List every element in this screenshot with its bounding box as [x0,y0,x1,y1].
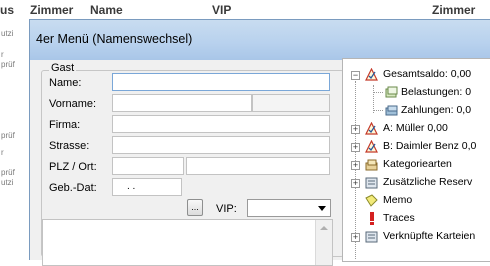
geb-dat-field[interactable]: . . [112,178,182,196]
vertical-scrollbar[interactable] [315,220,332,265]
row-fragment: r [1,50,4,59]
group-label: Gast [49,62,77,74]
tree-item-label: Memo [383,194,413,206]
tree-item-zahlungen[interactable]: Zahlungen: 0,0 [367,103,490,119]
tree-item-zusaetzliche-reservierungen[interactable]: + Zusätzliche Reserv [349,175,490,191]
tree-item-label: Zusätzliche Reserv [383,176,473,188]
tree-item-label: Kategoriearten [383,158,452,170]
dots-label: ... [191,202,199,212]
geb-dat-label: Geb.-Dat: [49,182,97,194]
date-picker-button[interactable]: ... [187,199,203,216]
firma-label: Firma: [49,119,81,131]
column-header-zimmer-2[interactable]: Zimmer [432,3,475,17]
row-fragment: prüf [1,168,15,177]
expand-icon[interactable]: + [351,143,360,152]
background-list-header: us Zimmer Name VIP Zimmer [0,0,490,20]
expand-icon[interactable]: + [351,233,360,242]
vip-label: VIP: [216,203,237,215]
chevron-down-icon [318,206,326,211]
saldo-icon [365,68,378,81]
dialog-title: 4er Menü (Namenswechsel) [36,32,193,46]
tree-item-kategoriearten[interactable]: + Kategoriearten [349,157,490,173]
name-label: Name: [49,77,82,89]
tree-item-label: B: Daimler Benz 0,0 [383,140,477,152]
row-fragment: prüf [1,60,15,69]
linked-files-icon [365,231,378,243]
plz-ort-label: PLZ / Ort: [49,161,97,173]
category-icon [365,159,378,171]
tree-item-account-a[interactable]: + A: Müller 0,00 [349,121,490,137]
column-header-name[interactable]: Name [90,3,123,17]
account-tree[interactable]: − Gesamtsaldo: 0,00 Belastungen: 0 Zahlu… [342,58,490,262]
tree-item-belastungen[interactable]: Belastungen: 0 [367,85,490,101]
dialog-window: 4er Menü (Namenswechsel) Gast Name: Vorn… [29,19,490,266]
tree-item-traces[interactable]: Traces [349,211,490,227]
reservation-icon [365,177,378,189]
row-fragment: utzi [1,29,14,38]
tree-item-label: Traces [383,212,415,224]
zahlungen-icon [385,105,398,116]
account-icon [365,140,378,153]
dialog-titlebar[interactable]: 4er Menü (Namenswechsel) [30,20,490,60]
row-fragment: r [1,148,4,157]
column-header-zimmer[interactable]: Zimmer [30,3,73,17]
ort-field[interactable] [186,157,330,175]
row-fragment: prüf [1,131,15,140]
tree-item-label: A: Müller 0,00 [383,122,448,134]
tree-item-memo[interactable]: Memo [349,193,490,209]
tree-item-label: Gesamtsaldo: 0,00 [383,68,472,80]
vip-dropdown[interactable] [247,199,331,217]
tree-item-label: Belastungen: 0 [401,86,472,98]
tree-item-gesamtsaldo[interactable]: − Gesamtsaldo: 0,00 [349,67,490,83]
name-field[interactable] [112,73,330,91]
account-icon [365,122,378,135]
belastungen-icon [385,86,398,98]
expand-icon[interactable]: + [351,161,360,170]
vorname-label: Vorname: [49,98,97,110]
tree-item-account-b[interactable]: + B: Daimler Benz 0,0 [349,139,490,155]
title-field[interactable] [252,94,330,112]
notes-textarea[interactable] [42,219,333,266]
strasse-label: Strasse: [49,140,90,152]
tree-item-label: Zahlungen: 0,0 [401,104,472,116]
tree-item-verknuepfte-karteien[interactable]: + Verknüpfte Karteien [349,229,490,245]
scroll-up-icon [320,226,328,230]
expand-icon[interactable]: + [351,179,360,188]
background-list-rows: utzi r prüf prüf r prüf utzi [0,20,30,240]
row-fragment: utzi [1,178,14,187]
vorname-field[interactable] [112,94,252,112]
expand-icon[interactable]: + [351,125,360,134]
column-header: us [0,3,15,17]
firma-field[interactable] [112,115,330,133]
plz-field[interactable] [112,157,184,175]
geb-dat-value: . . [127,181,136,192]
strasse-field[interactable] [112,136,330,154]
column-header-vip[interactable]: VIP [212,3,231,17]
tree-item-label: Verknüpfte Karteien [383,230,476,242]
memo-icon [365,194,378,207]
collapse-icon[interactable]: − [351,71,360,80]
traces-icon [370,212,374,225]
